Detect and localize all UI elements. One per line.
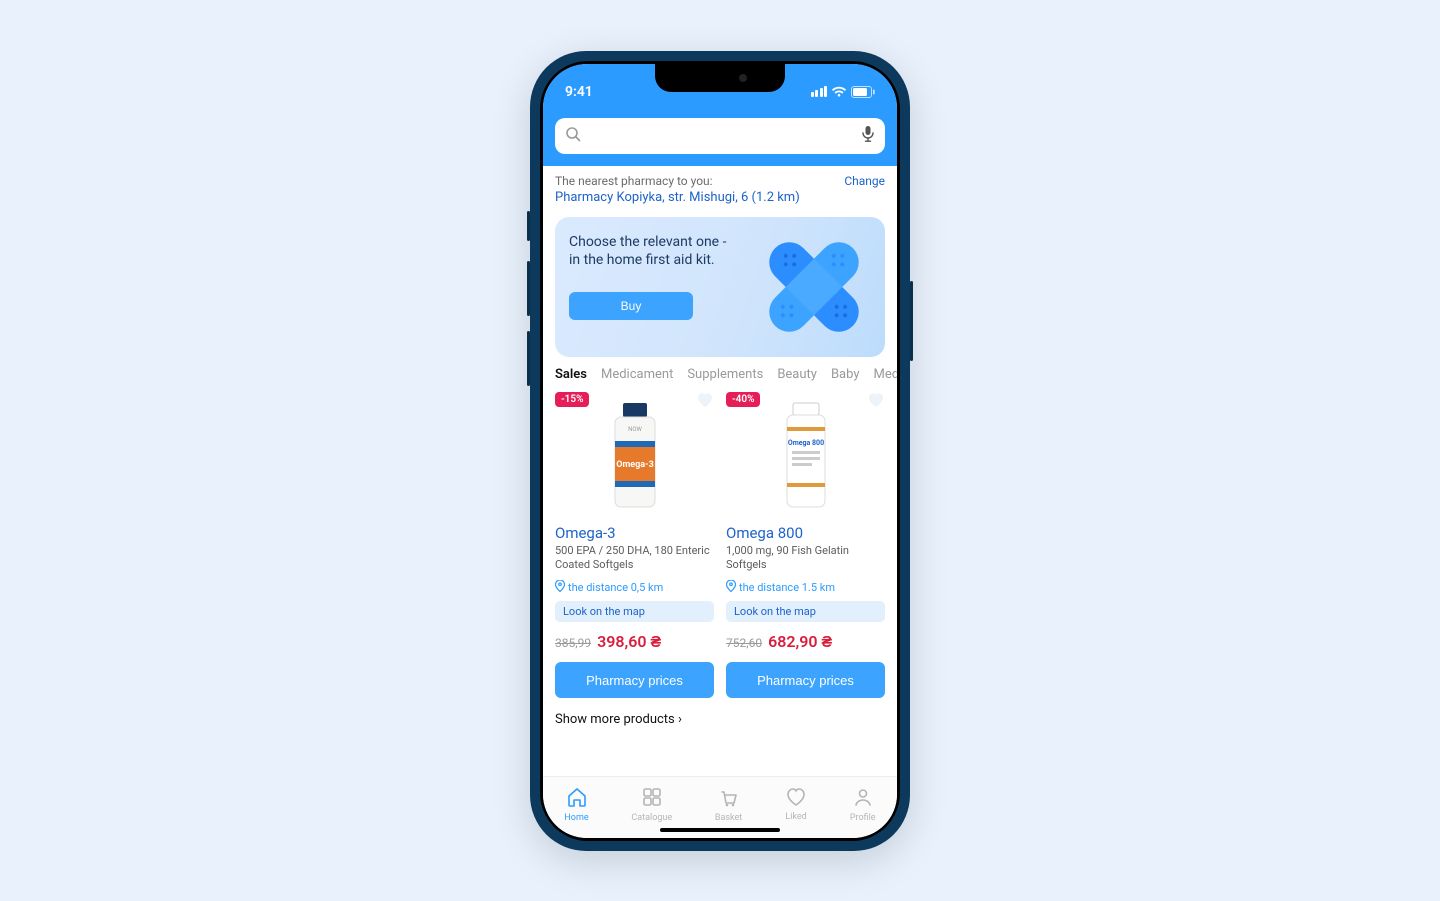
product-card[interactable]: -15% Omega-3 N: [555, 392, 714, 699]
tabbar-label: Basket: [715, 813, 742, 823]
nearest-pharmacy-block: The nearest pharmacy to you: Change Phar…: [543, 166, 897, 211]
product-distance: the distance 1.5 km: [726, 580, 885, 595]
product-image: Omega 800: [726, 396, 885, 516]
tabbar-label: Catalogue: [631, 813, 672, 823]
home-indicator[interactable]: [660, 828, 780, 832]
tab-sales[interactable]: Sales: [555, 367, 587, 382]
old-price: 385,99: [555, 636, 591, 650]
wifi-icon: [831, 86, 847, 98]
svg-text:NOW: NOW: [628, 426, 642, 433]
banner-buy-button[interactable]: Buy: [569, 292, 693, 320]
heart-outline-icon: [785, 787, 807, 810]
product-image: Omega-3 NOW: [555, 396, 714, 516]
old-price: 752,60: [726, 636, 762, 650]
profile-icon: [852, 786, 874, 811]
product-description: 1,000 mg, 90 Fish Gelatin Softgels: [726, 544, 885, 573]
tab-supplements[interactable]: Supplements: [687, 367, 763, 382]
product-grid: -15% Omega-3 N: [543, 382, 897, 699]
tabbar-label: Home: [564, 813, 588, 823]
nearest-address[interactable]: Pharmacy Kopiyka, str. Mishugi, 6 (1.2 k…: [555, 190, 885, 205]
change-pharmacy-link[interactable]: Change: [844, 174, 885, 188]
location-icon: [726, 580, 736, 595]
pharmacy-prices-button[interactable]: Pharmacy prices: [555, 662, 714, 698]
product-description: 500 EPA / 250 DHA, 180 Enteric Coated So…: [555, 544, 714, 573]
tabbar-profile[interactable]: Profile: [850, 786, 876, 823]
banner-title: Choose the relevant one - in the home fi…: [569, 233, 749, 271]
microphone-icon[interactable]: [861, 125, 875, 147]
product-distance: the distance 0,5 km: [555, 580, 714, 595]
search-box[interactable]: [555, 118, 885, 154]
new-price: 398,60 ₴: [597, 632, 661, 652]
price-row: 752,60 682,90 ₴: [726, 632, 885, 652]
pharmacy-prices-button[interactable]: Pharmacy prices: [726, 662, 885, 698]
phone-notch: [655, 64, 785, 92]
tabbar-home[interactable]: Home: [564, 786, 588, 823]
tabbar-basket[interactable]: Basket: [715, 786, 742, 823]
new-price: 682,90 ₴: [768, 632, 832, 652]
discount-badge: -40%: [726, 392, 760, 407]
svg-text:Omega 800: Omega 800: [787, 439, 823, 447]
location-icon: [555, 580, 565, 595]
search-header: [543, 110, 897, 166]
catalogue-icon: [641, 786, 663, 811]
phone-frame: 9:41: [530, 51, 910, 851]
search-icon: [565, 126, 581, 146]
tab-medica[interactable]: Medica: [874, 367, 897, 382]
cellular-icon: [811, 86, 828, 97]
nearest-label: The nearest pharmacy to you:: [555, 174, 713, 188]
home-icon: [566, 786, 588, 811]
svg-text:Omega-3: Omega-3: [616, 460, 654, 470]
discount-badge: -15%: [555, 392, 589, 407]
product-card[interactable]: -40% Omega 800: [726, 392, 885, 699]
price-row: 385,99 398,60 ₴: [555, 632, 714, 652]
battery-icon: [851, 86, 875, 98]
tabbar-label: Liked: [785, 812, 806, 822]
tab-baby[interactable]: Baby: [831, 367, 860, 382]
tabbar-catalogue[interactable]: Catalogue: [631, 786, 672, 823]
promo-banner[interactable]: Choose the relevant one - in the home fi…: [555, 217, 885, 357]
show-more-products-link[interactable]: Show more products ›: [543, 698, 897, 727]
bandaid-icon: [749, 227, 879, 347]
search-input[interactable]: [589, 128, 853, 144]
product-title: Omega-3: [555, 524, 714, 542]
tab-beauty[interactable]: Beauty: [777, 367, 817, 382]
category-tabs: Sales Medicament Supplements Beauty Baby…: [543, 367, 897, 382]
basket-icon: [718, 786, 740, 811]
status-time: 9:41: [565, 84, 593, 100]
look-on-map-chip[interactable]: Look on the map: [555, 601, 714, 622]
tabbar-liked[interactable]: Liked: [785, 787, 807, 822]
tab-medicament[interactable]: Medicament: [601, 367, 673, 382]
product-title: Omega 800: [726, 524, 885, 542]
tabbar-label: Profile: [850, 813, 876, 823]
look-on-map-chip[interactable]: Look on the map: [726, 601, 885, 622]
heart-icon[interactable]: [696, 392, 714, 412]
content-scroll[interactable]: The nearest pharmacy to you: Change Phar…: [543, 166, 897, 776]
heart-icon[interactable]: [867, 392, 885, 412]
